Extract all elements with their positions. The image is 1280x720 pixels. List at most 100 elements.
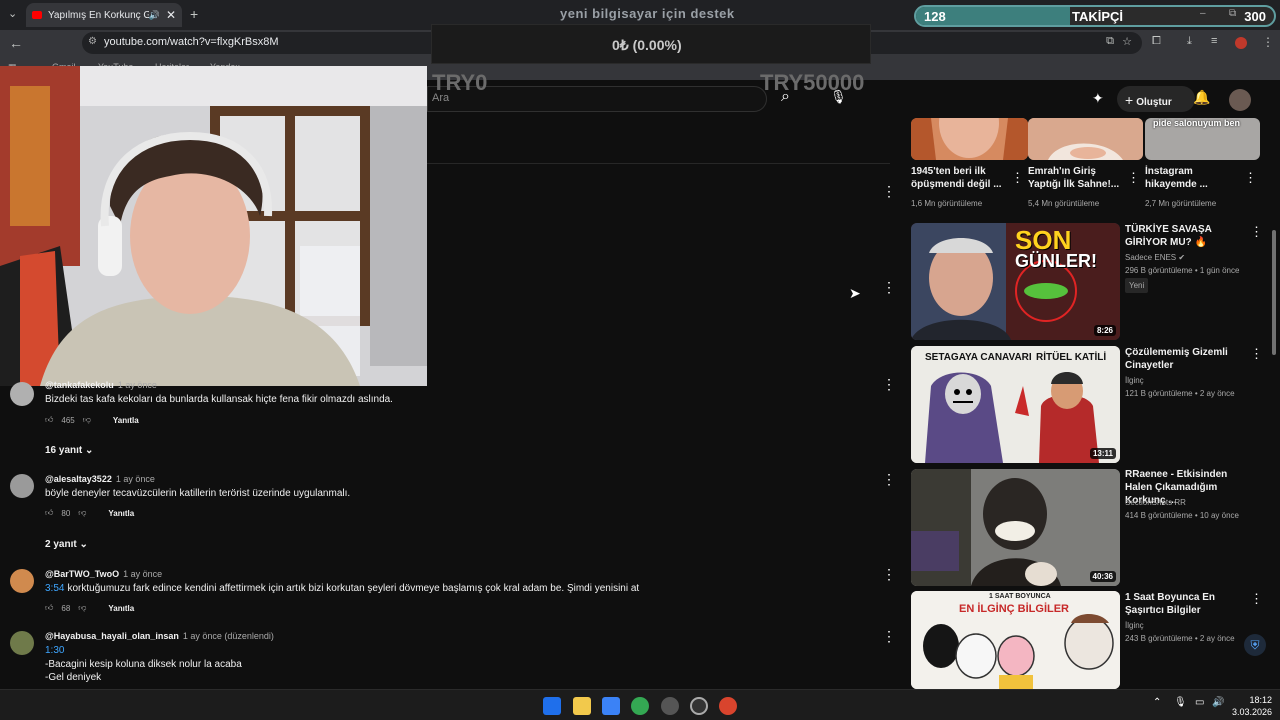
store-icon[interactable] <box>602 697 620 715</box>
create-button[interactable]: + Oluştur <box>1117 86 1195 112</box>
new-tab-icon[interactable]: + <box>190 6 198 22</box>
video-thumbnail[interactable]: 40:36 <box>911 469 1120 586</box>
video-duration: 8:26 <box>1093 325 1116 336</box>
webcam-overlay <box>0 66 427 386</box>
video-menu-icon[interactable]: ⋮ <box>1250 346 1263 362</box>
replies-toggle[interactable]: 2 yanıt ⌄ <box>45 539 88 550</box>
like-icon[interactable]: 👍︎ <box>45 415 53 425</box>
comment-line: -Bacagini kesip koluna diksek nolur la a… <box>45 659 242 670</box>
video-thumbnail[interactable]: 1 SAAT BOYUNCA EN İLGİNÇ BİLGİLER <box>911 591 1120 689</box>
comment-author[interactable]: @Hayabusa_hayali_olan_insan <box>45 631 179 641</box>
install-icon[interactable]: ⧉ <box>1106 35 1114 48</box>
back-icon[interactable]: ← <box>9 35 23 51</box>
divider <box>427 163 890 164</box>
video-channel[interactable]: SectionShots RR <box>1125 496 1186 509</box>
video-thumbnail[interactable] <box>1028 118 1143 160</box>
comment-author-row: @alesaltay3522 1 ay önce <box>45 474 155 484</box>
comment-menu-icon[interactable]: ⋮ <box>882 376 896 393</box>
app-icon[interactable] <box>719 697 737 715</box>
comment-author[interactable]: @alesaltay3522 <box>45 474 112 484</box>
comment-timestamp-link[interactable]: 1:30 <box>45 645 64 656</box>
comment-menu-icon[interactable]: ⋮ <box>882 279 896 296</box>
video-channel[interactable]: İlginç <box>1125 374 1144 387</box>
dislike-icon[interactable]: 👎︎ <box>83 415 91 425</box>
plus-icon: + <box>1125 92 1134 108</box>
video-menu-icon[interactable]: ⋮ <box>1011 170 1024 186</box>
user-avatar[interactable] <box>1229 89 1251 111</box>
chrome-icon[interactable] <box>631 697 649 715</box>
system-clock[interactable]: 18:12 3.03.2026 <box>1232 694 1272 718</box>
like-icon[interactable]: 👍︎ <box>45 603 53 613</box>
comment-menu-icon[interactable]: ⋮ <box>882 183 896 200</box>
obs-icon[interactable] <box>690 697 708 715</box>
video-menu-icon[interactable]: ⋮ <box>1250 591 1263 607</box>
video-title[interactable]: İnstagram hikayemde ... <box>1145 165 1240 191</box>
video-meta: 243 B görüntüleme • 2 ay önce <box>1125 634 1235 643</box>
network-icon[interactable]: ▭ <box>1195 697 1204 708</box>
mic-tray-icon[interactable]: 🎙 <box>1174 697 1187 708</box>
comment-menu-icon[interactable]: ⋮ <box>882 566 896 583</box>
video-title[interactable]: 1945'ten beri ilk öpüşmendi değil ... <box>911 165 1006 191</box>
video-menu-icon[interactable]: ⋮ <box>1250 224 1263 240</box>
video-menu-icon[interactable]: ⋮ <box>1127 170 1140 186</box>
comment-menu-icon[interactable]: ⋮ <box>882 471 896 488</box>
dislike-icon[interactable]: 👎︎ <box>78 508 86 518</box>
comment-menu-icon[interactable]: ⋮ <box>882 628 896 645</box>
video-thumbnail[interactable] <box>911 118 1028 160</box>
thumbnail-caption: RİTÜEL KATİLİ <box>1036 352 1107 363</box>
volume-icon[interactable]: 🔊 <box>1212 697 1224 708</box>
download-icon[interactable]: ⤓ <box>1187 35 1192 48</box>
windows-start-icon[interactable] <box>543 697 561 715</box>
reading-list-icon[interactable]: ≡ <box>1211 35 1217 47</box>
reply-button[interactable]: Yanıtla <box>108 604 134 613</box>
site-info-icon[interactable]: ⚙ <box>88 36 97 47</box>
video-channel[interactable]: İlginç <box>1125 619 1144 632</box>
comment-avatar[interactable] <box>10 382 34 406</box>
browser-menu-icon[interactable]: ⋮ <box>1262 35 1274 49</box>
video-title[interactable]: Çözülememiş Gizemli Cinayetler <box>1125 346 1243 372</box>
shield-icon[interactable]: ⛨ <box>1244 634 1266 656</box>
video-thumbnail[interactable]: pide salonuyum ben <box>1145 118 1260 160</box>
close-tab-icon[interactable]: ✕ <box>166 8 176 22</box>
comment-author[interactable]: @tankafakekolu <box>45 380 114 390</box>
video-title[interactable]: Emrah'ın Giriş Yaptığı İlk Sahne!... <box>1028 165 1123 191</box>
tab-search-icon[interactable]: ⌄ <box>8 7 17 20</box>
notifications-bell-icon[interactable]: 🔔 <box>1193 89 1210 106</box>
video-title[interactable]: TÜRKİYE SAVAŞA GİRİYOR MU? 🔥 <box>1125 223 1243 249</box>
extensions-icon[interactable]: ⧠ <box>1152 35 1161 48</box>
video-channel[interactable]: Sadece ENES ✔ <box>1125 251 1185 264</box>
donation-amount: 0₺ (0.00%) <box>612 37 682 53</box>
replies-toggle[interactable]: 16 yanıt ⌄ <box>45 445 93 456</box>
replies-count: 16 yanıt <box>45 445 83 456</box>
video-meta: 296 B görüntüleme • 1 gün önce <box>1125 266 1240 275</box>
scrollbar-thumb[interactable] <box>1272 230 1276 355</box>
thumbnail-caption: GÜNLER! <box>1015 251 1097 271</box>
video-title[interactable]: 1 Saat Boyunca En Şaşırtıcı Bilgiler <box>1125 591 1243 617</box>
chrome-active-icon[interactable] <box>661 697 679 715</box>
restore-icon[interactable]: ⧉ <box>1229 8 1236 19</box>
video-menu-icon[interactable]: ⋮ <box>1244 170 1257 186</box>
tab-active[interactable]: Yapılmış En Korkunç Gerçek 🔊 ✕ <box>26 3 182 27</box>
profile-avatar[interactable] <box>1235 37 1247 49</box>
reply-button[interactable]: Yanıtla <box>113 416 139 425</box>
reply-button[interactable]: Yanıtla <box>108 509 134 518</box>
comment-avatar[interactable] <box>10 631 34 655</box>
comment-avatar[interactable] <box>10 569 34 593</box>
comment-avatar[interactable] <box>10 474 34 498</box>
like-icon[interactable]: 👍︎ <box>45 508 53 518</box>
minimize-icon[interactable]: – <box>1200 8 1206 19</box>
file-explorer-icon[interactable] <box>573 697 591 715</box>
comment-date: 1 ay önce <box>115 474 155 484</box>
bookmark-star-icon[interactable]: ☆ <box>1122 35 1132 48</box>
tray-chevron-icon[interactable]: ⌃ <box>1153 697 1161 708</box>
dislike-icon[interactable]: 👎︎ <box>78 603 86 613</box>
webcam-image <box>0 66 427 386</box>
comment-timestamp-link[interactable]: 3:54 <box>45 583 64 594</box>
gemini-icon[interactable]: ✦ <box>1092 90 1104 107</box>
video-thumbnail[interactable]: SETAGAYA CANAVARI RİTÜEL KATİLİ 13:11 <box>911 346 1120 463</box>
comment-author[interactable]: @BarTWO_TwoO <box>45 569 119 579</box>
speaker-icon[interactable]: 🔊 <box>149 10 160 21</box>
chevron-down-icon: ⌄ <box>85 445 94 456</box>
thumbnail-caption: SETAGAYA CANAVARI <box>925 352 1032 363</box>
video-thumbnail[interactable]: SON GÜNLER! 8:26 <box>911 223 1120 340</box>
